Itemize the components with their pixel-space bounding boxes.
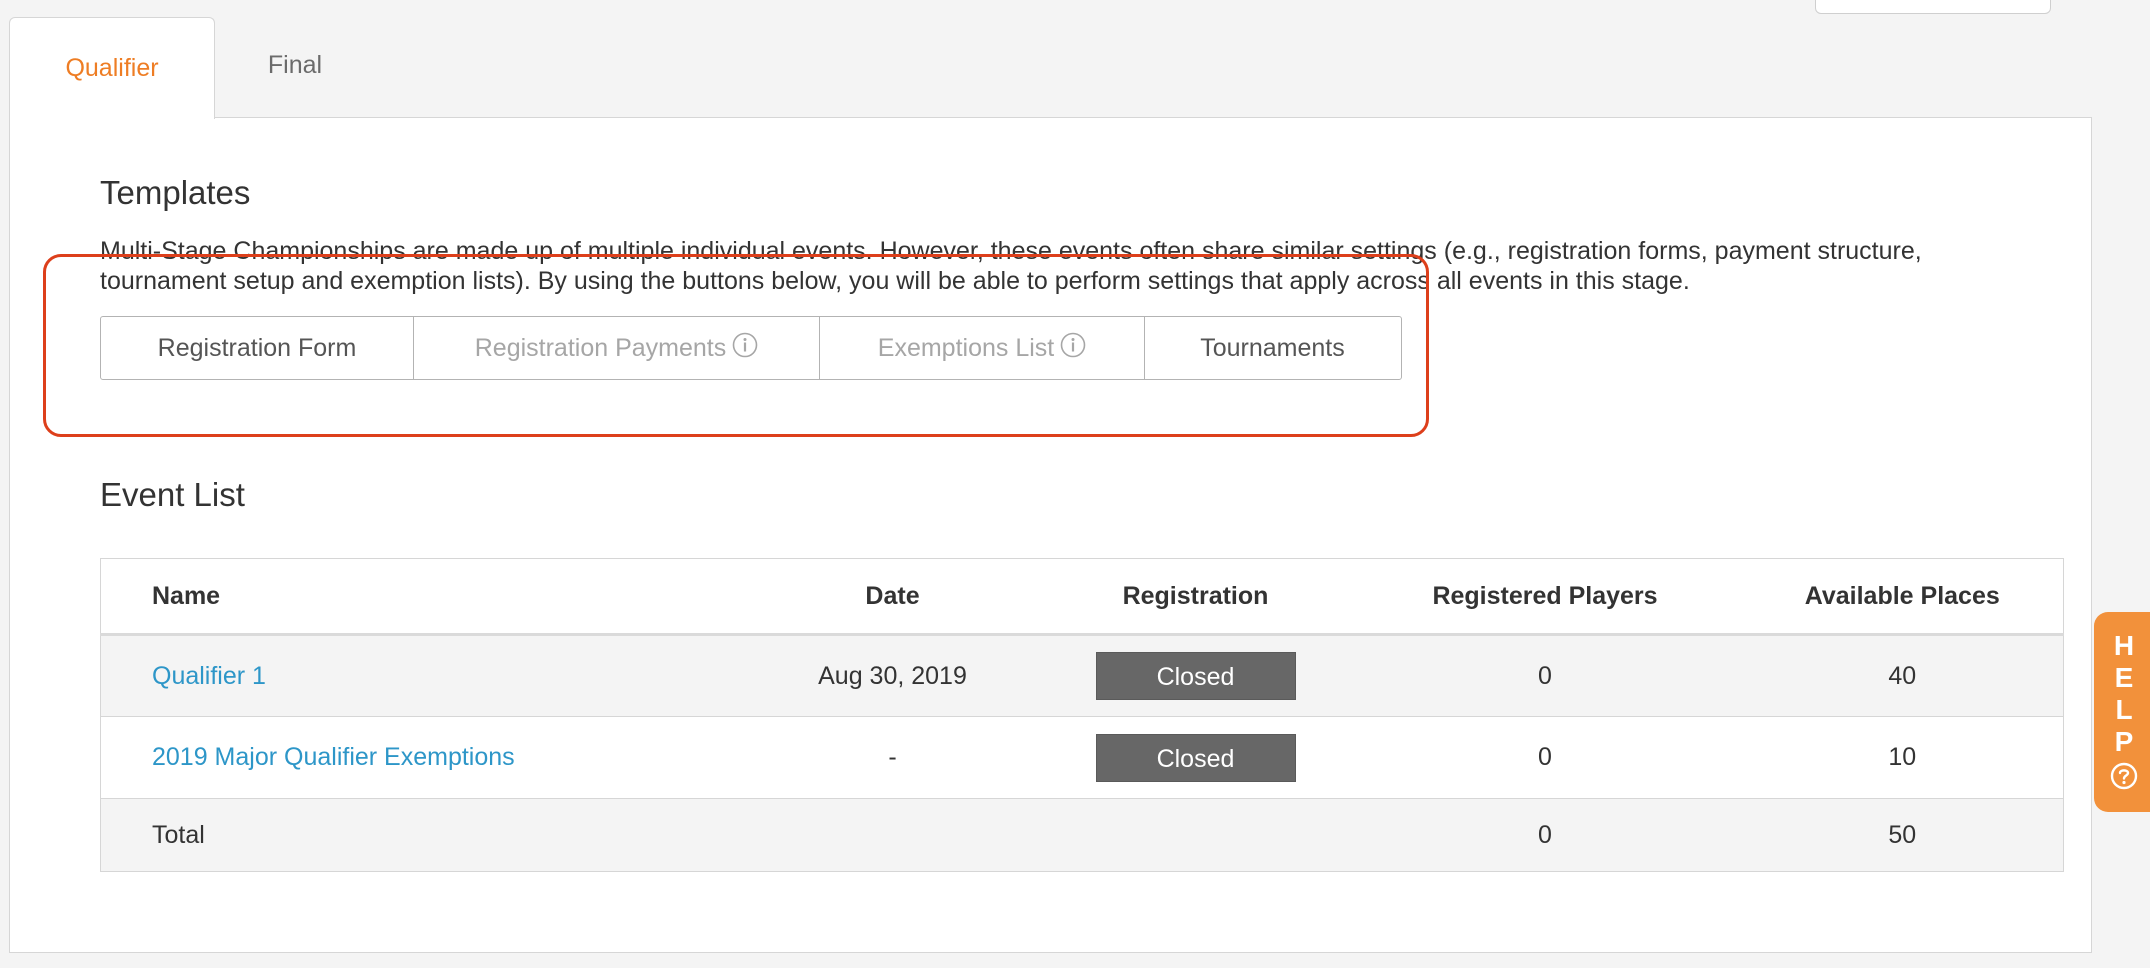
total-registration-empty (1042, 798, 1349, 872)
column-header-registration[interactable]: Registration (1042, 558, 1349, 636)
total-registered-players: 0 (1348, 798, 1742, 872)
table-header-row: Name Date Registration Registered Player… (100, 558, 2064, 636)
event-link[interactable]: Qualifier 1 (152, 662, 266, 690)
cell-date: - (742, 716, 1043, 799)
help-letter: E (2114, 662, 2134, 693)
help-letter: L (2115, 694, 2133, 725)
tournaments-button[interactable]: Tournaments (1143, 316, 1402, 380)
cell-name: Qualifier 1 (100, 634, 743, 717)
tab-qualifier[interactable]: Qualifier (9, 17, 215, 119)
total-available-places: 50 (1741, 798, 2064, 872)
tournaments-label: Tournaments (1200, 333, 1345, 362)
tab-qualifier-label: Qualifier (65, 54, 159, 82)
cell-date: Aug 30, 2019 (742, 634, 1043, 717)
event-list-table: Name Date Registration Registered Player… (100, 558, 2064, 872)
column-header-name[interactable]: Name (100, 558, 743, 636)
question-circle-icon (2110, 762, 2138, 790)
template-button-group: Registration Form Registration Payments … (100, 316, 1402, 380)
templates-title: Templates (100, 174, 251, 211)
column-header-available-places[interactable]: Available Places (1741, 558, 2064, 636)
cell-registration: Closed (1042, 716, 1349, 799)
info-icon[interactable] (1060, 332, 1086, 358)
status-badge: Closed (1095, 652, 1296, 700)
event-list-title: Event List (100, 476, 245, 513)
registration-payments-label: Registration Payments (474, 333, 727, 362)
total-label: Total (100, 798, 743, 872)
help-tab[interactable]: H E L P (2094, 612, 2150, 812)
registration-form-label: Registration Form (157, 333, 357, 362)
exemptions-list-button[interactable]: Exemptions List (819, 316, 1145, 380)
status-badge: Closed (1095, 733, 1296, 782)
event-link[interactable]: 2019 Major Qualifier Exemptions (152, 743, 515, 771)
tab-final[interactable]: Final (215, 17, 375, 113)
cell-name: 2019 Major Qualifier Exemptions (100, 716, 743, 799)
registration-form-button[interactable]: Registration Form (100, 316, 414, 380)
top-select-dropdown[interactable] (1815, 0, 2051, 14)
tab-final-label: Final (267, 50, 323, 79)
table-total-row: Total 0 50 (100, 798, 2064, 872)
exemptions-list-label: Exemptions List (877, 333, 1055, 362)
cell-available-places: 10 (1741, 716, 2064, 799)
cell-registered-players: 0 (1348, 716, 1742, 799)
cell-registered-players: 0 (1348, 634, 1742, 717)
info-icon[interactable] (732, 332, 758, 358)
total-date-empty (742, 798, 1043, 872)
cell-available-places: 40 (1741, 634, 2064, 717)
help-letter: H (2113, 630, 2135, 661)
templates-description: Multi-Stage Championships are made up of… (100, 237, 1922, 295)
column-header-registered-players[interactable]: Registered Players (1348, 558, 1742, 636)
table-row: 2019 Major Qualifier Exemptions - Closed… (100, 716, 2064, 799)
cell-registration: Closed (1042, 634, 1349, 717)
help-letter: P (2114, 726, 2134, 757)
column-header-date[interactable]: Date (742, 558, 1043, 636)
table-row: Qualifier 1 Aug 30, 2019 Closed 0 40 (100, 634, 2064, 717)
registration-payments-button[interactable]: Registration Payments (412, 316, 821, 380)
